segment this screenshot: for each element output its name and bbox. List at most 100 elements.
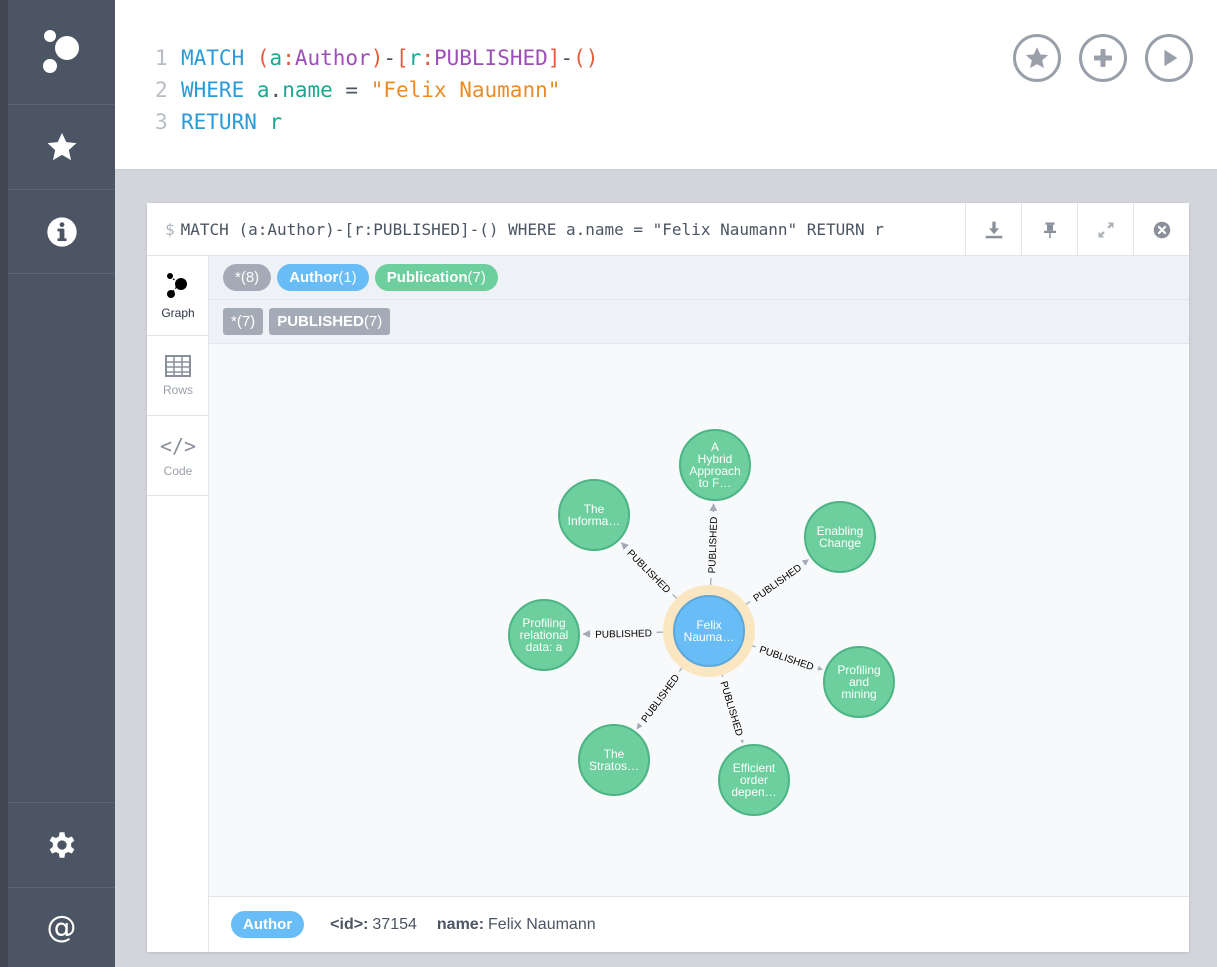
sidebar-item-logo[interactable]: [8, 0, 115, 105]
name-value: Felix Naumann: [488, 915, 596, 933]
relationship[interactable]: PUBLISHED: [620, 542, 678, 600]
neo4j-logo-icon: [42, 30, 79, 73]
keyword: WHERE: [181, 78, 245, 102]
relationship-label: PUBLISHED: [595, 628, 652, 640]
tab-graph[interactable]: Graph: [147, 256, 209, 336]
dash: -: [383, 46, 397, 70]
name-key: name:: [436, 915, 485, 933]
relationship-label: PUBLISHED: [758, 645, 815, 674]
legend-name: Publication: [386, 269, 468, 286]
legend-count: (7): [236, 313, 256, 330]
bracket: ]: [547, 46, 561, 70]
relationship-label: PUBLISHED: [640, 673, 682, 725]
property: name: [282, 78, 333, 102]
relationship[interactable]: PUBLISHED: [582, 625, 665, 641]
selected-label-badge[interactable]: Author: [231, 911, 305, 938]
query-editor[interactable]: 1 MATCH (a:Author)-[r:PUBLISHED]-() 2 WHER…: [115, 0, 1217, 170]
frame-query[interactable]: $ MATCH (a:Author)-[r:PUBLISHED]-() WHERE…: [165, 220, 884, 239]
node-caption: Enabling Change: [817, 524, 864, 550]
paren: (: [256, 46, 270, 70]
colon: :: [282, 46, 295, 70]
id-key: <id>:: [330, 915, 369, 933]
id-value: 37154: [372, 915, 417, 933]
table-icon: [165, 354, 191, 377]
close-icon: [1153, 221, 1170, 238]
dash: -: [560, 46, 574, 70]
variable: r: [269, 110, 283, 134]
publication-node[interactable]: The Informa…: [558, 479, 630, 551]
publication-node[interactable]: The Stratos…: [578, 724, 650, 796]
play-icon: [1164, 49, 1178, 67]
view-tabs: Graph Rows </> Code: [147, 256, 209, 952]
variable: a: [256, 78, 270, 102]
graph-icon: [167, 272, 187, 298]
keyword: MATCH: [181, 46, 245, 70]
tab-code[interactable]: </> Code: [147, 416, 209, 496]
download-button[interactable]: [965, 203, 1021, 256]
code-icon: </>: [159, 433, 197, 458]
publication-node[interactable]: Enabling Change: [804, 501, 876, 573]
bracket: [: [396, 46, 409, 70]
relationship[interactable]: PUBLISHED: [716, 673, 749, 744]
legend-pill-all-nodes[interactable]: * (8): [223, 264, 272, 291]
relationship[interactable]: PUBLISHED: [745, 557, 809, 608]
close-frame-button[interactable]: [1133, 203, 1189, 256]
operator: =: [345, 78, 359, 102]
relationship[interactable]: PUBLISHED: [703, 503, 721, 587]
line-number: 2: [155, 78, 168, 102]
legend-pill-author[interactable]: Author (1): [277, 264, 369, 291]
publication-node[interactable]: Profiling relational data: a: [508, 599, 580, 671]
fullscreen-button[interactable]: [1077, 203, 1133, 256]
code-editor[interactable]: 1 MATCH (a:Author)-[r:PUBLISHED]-() 2 WHER…: [155, 42, 598, 138]
legend-rel-all[interactable]: * (7): [223, 308, 264, 335]
node-caption: Profiling relational data: a: [520, 616, 569, 654]
legend-pill-publication[interactable]: Publication (7): [374, 264, 498, 291]
code-line: 1 MATCH (a:Author)-[r:PUBLISHED]-(): [155, 42, 598, 74]
run-button[interactable]: [1145, 34, 1193, 82]
legend-rel-published[interactable]: PUBLISHED (7): [269, 308, 391, 335]
keyword: RETURN: [181, 110, 257, 134]
sidebar-item-about[interactable]: @: [8, 887, 115, 967]
publication-node[interactable]: A Hybrid Approach to F…: [679, 429, 751, 501]
node-label-legend: * (8) Author (1) Publication (7): [209, 256, 1189, 300]
gear-icon: [49, 832, 74, 858]
code-line: 2 WHERE a.name = "Felix Naumann": [155, 74, 598, 106]
line-number: 3: [155, 110, 168, 134]
editor-actions: [1013, 34, 1193, 82]
tab-rows[interactable]: Rows: [147, 336, 209, 416]
relationship-label: PUBLISHED: [624, 548, 672, 596]
add-button[interactable]: [1079, 34, 1127, 82]
status-bar: Author <id>: 37154 name: Felix Naumann: [209, 896, 1189, 952]
graph-canvas[interactable]: PUBLISHED PUBLISHED PUBLISHED PUBLISHED PUBL…: [209, 344, 1189, 896]
legend-count: (8): [240, 269, 260, 286]
tab-label: Code: [163, 463, 193, 478]
relationship-label: PUBLISHED: [707, 517, 720, 574]
publication-node[interactable]: Efficient order depen…: [718, 744, 790, 816]
info-icon: [46, 216, 77, 247]
download-icon: [985, 221, 1002, 238]
graph-svg[interactable]: PUBLISHED PUBLISHED PUBLISHED PUBLISHED PUBL…: [209, 344, 1189, 896]
tab-label: Graph: [161, 305, 195, 320]
legend-count: (1): [338, 269, 357, 286]
line-number: 1: [155, 46, 168, 70]
author-node[interactable]: Felix Nauma…: [663, 585, 755, 677]
sidebar-item-settings[interactable]: [8, 802, 115, 887]
result-frame: $ MATCH (a:Author)-[r:PUBLISHED]-() WHERE…: [147, 203, 1189, 952]
legend-count: (7): [467, 269, 486, 286]
relationship-legend: * (7) PUBLISHED (7): [209, 300, 1189, 344]
frame-query-text: MATCH (a:Author)-[r:PUBLISHED]-() WHERE …: [180, 220, 884, 239]
relationship[interactable]: PUBLISHED: [751, 640, 823, 675]
sidebar-item-favorites[interactable]: [8, 105, 115, 190]
colon: :: [421, 46, 434, 70]
pin-icon: [1043, 222, 1056, 238]
star-icon: [1025, 47, 1049, 69]
relationship[interactable]: PUBLISHED: [634, 666, 685, 730]
sidebar-item-info[interactable]: [8, 190, 115, 274]
node-label: Author: [294, 46, 371, 70]
publication-node[interactable]: Profiling and mining: [823, 646, 895, 718]
frame-toolbar: [965, 203, 1189, 256]
tab-label: Rows: [162, 382, 193, 397]
pin-button[interactable]: [1021, 203, 1077, 256]
legend-count: (7): [363, 313, 383, 330]
favorite-button[interactable]: [1013, 34, 1061, 82]
